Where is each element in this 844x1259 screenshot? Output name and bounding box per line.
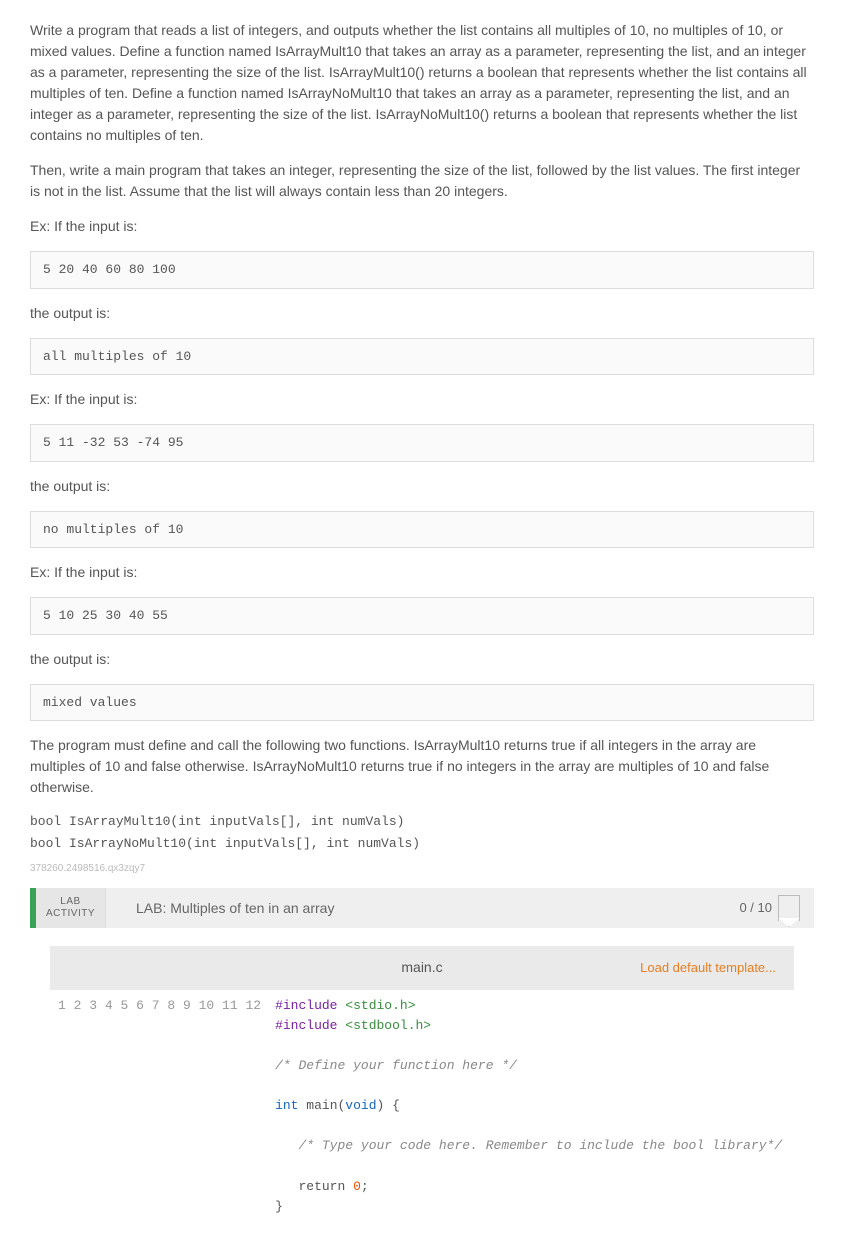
example-output-3: mixed values — [30, 684, 814, 722]
example-input-1: 5 20 40 60 80 100 — [30, 251, 814, 289]
example-input-2: 5 11 -32 53 -74 95 — [30, 424, 814, 462]
example-label: Ex: If the input is: — [30, 562, 814, 583]
requirements: The program must define and call the fol… — [30, 735, 814, 798]
lab-badge: LAB ACTIVITY — [36, 888, 106, 928]
shield-icon — [778, 895, 800, 921]
load-default-template-link[interactable]: Load default template... — [640, 958, 776, 978]
lab-badge-line2: ACTIVITY — [46, 908, 95, 920]
function-signature-2: bool IsArrayNoMult10(int inputVals[], in… — [30, 834, 814, 854]
output-label: the output is: — [30, 303, 814, 324]
problem-main: Then, write a main program that takes an… — [30, 160, 814, 202]
problem-intro: Write a program that reads a list of int… — [30, 20, 814, 146]
lab-title: LAB: Multiples of ten in an array — [106, 898, 334, 919]
example-input-3: 5 10 25 30 40 55 — [30, 597, 814, 635]
example-output-2: no multiples of 10 — [30, 511, 814, 549]
output-label: the output is: — [30, 476, 814, 497]
function-signature-1: bool IsArrayMult10(int inputVals[], int … — [30, 812, 814, 832]
code-editor[interactable]: 1 2 3 4 5 6 7 8 9 10 11 12 #include <std… — [50, 990, 794, 1230]
line-number-gutter: 1 2 3 4 5 6 7 8 9 10 11 12 — [50, 990, 269, 1230]
example-label: Ex: If the input is: — [30, 389, 814, 410]
lab-activity-banner: LAB ACTIVITY LAB: Multiples of ten in an… — [30, 888, 814, 928]
editor-header: main.c Load default template... — [50, 946, 794, 990]
watermark-id: 378260.2498516.qx3zqy7 — [30, 861, 814, 876]
output-label: the output is: — [30, 649, 814, 670]
example-label: Ex: If the input is: — [30, 216, 814, 237]
lab-score: 0 / 10 — [739, 898, 772, 918]
lab-badge-line1: LAB — [46, 896, 95, 908]
example-output-1: all multiples of 10 — [30, 338, 814, 376]
code-content[interactable]: #include <stdio.h> #include <stdbool.h> … — [269, 990, 782, 1230]
